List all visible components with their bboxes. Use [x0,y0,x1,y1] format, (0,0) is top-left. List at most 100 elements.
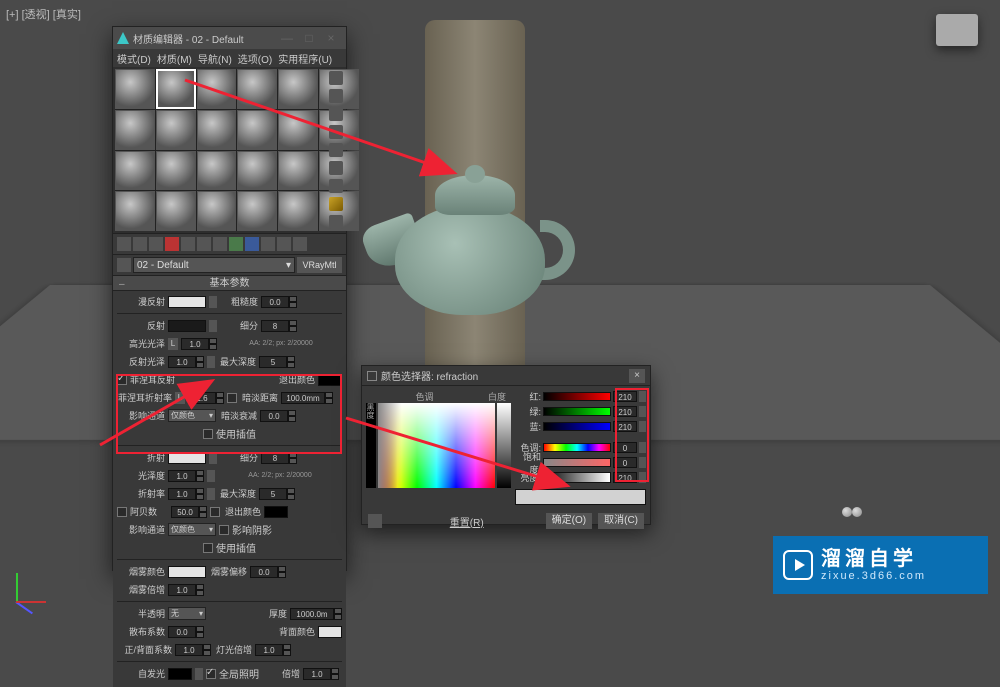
menu-mode[interactable]: 模式(D) [117,51,151,66]
rgloss2-map-slot[interactable] [207,470,215,482]
gloss-lock[interactable]: L [168,338,178,350]
material-slot[interactable] [156,110,196,150]
diffuse-map-slot[interactable] [209,296,217,308]
reset-button[interactable]: 重置(R) [450,514,484,529]
reflect-swatch[interactable] [168,320,206,332]
spinner-red[interactable] [639,391,646,402]
refract-swatch[interactable] [168,452,206,464]
show-in-viewport-icon[interactable] [245,237,259,251]
value-hue[interactable]: 0 [613,442,637,453]
back-color-swatch[interactable] [318,626,342,638]
fresnel-ior-spinner[interactable]: 1.6 [188,392,224,404]
go-forward-icon[interactable] [293,237,307,251]
slider-green[interactable] [543,407,611,416]
make-copy-icon[interactable] [181,237,195,251]
material-slot[interactable] [237,110,277,150]
fwd-spinner[interactable]: 1.0 [175,644,211,656]
value-sat[interactable]: 0 [613,457,637,468]
material-slot[interactable] [115,151,155,191]
material-slot[interactable] [278,191,318,231]
hue-sat-field[interactable] [378,403,495,488]
selfillum-swatch[interactable] [168,668,192,680]
material-slot[interactable] [197,110,237,150]
uv-tile-icon[interactable] [329,125,343,139]
ior-map-slot[interactable] [207,488,215,500]
refract-maxdepth-spinner[interactable]: 5 [259,488,295,500]
material-name-dropdown[interactable]: 02 - Default ▾ [133,257,295,273]
selfillum-mult-spinner[interactable]: 1.0 [303,668,339,680]
reflect-exitcolor-swatch[interactable] [318,374,342,386]
color-picker-title-bar[interactable]: 颜色选择器: refraction × [362,366,650,386]
abbe-spinner[interactable]: 50.0 [171,506,207,518]
window-minimize[interactable]: — [276,31,298,45]
refract-interp-checkbox[interactable] [203,543,213,553]
material-slot[interactable] [197,151,237,191]
refract-exitcolor-swatch[interactable] [264,506,288,518]
value-blue[interactable]: 210 [613,421,637,432]
slider-red[interactable] [543,392,611,401]
video-check-icon[interactable] [329,143,343,157]
background-icon[interactable] [329,107,343,121]
menu-options[interactable]: 选项(O) [238,51,272,66]
affect-shadow-checkbox[interactable] [219,525,229,535]
reflect-map-slot[interactable] [209,320,217,332]
material-slot[interactable] [115,191,155,231]
ior-spinner[interactable]: 1.0 [168,488,204,500]
spinner-blue[interactable] [639,421,646,432]
refract-subdiv-spinner[interactable]: 8 [261,452,297,464]
go-to-parent-icon[interactable] [277,237,291,251]
viewcube[interactable] [936,14,978,46]
material-slot[interactable] [156,151,196,191]
value-red[interactable]: 210 [613,391,637,402]
section-basic-params[interactable]: – 基本参数 [113,275,346,291]
roughness-spinner[interactable]: 0.0 [261,296,297,308]
reset-map-icon[interactable] [165,237,179,251]
diffuse-swatch[interactable] [168,296,206,308]
preview-icon[interactable] [329,161,343,175]
material-slot[interactable] [115,69,155,109]
select-by-material-icon[interactable] [329,197,343,211]
material-slot[interactable] [197,69,237,109]
slider-hue[interactable] [543,443,611,452]
eyedropper-icon[interactable] [368,514,382,528]
refract-map-slot[interactable] [209,452,217,464]
dimdist-spinner[interactable]: 100.0mm [281,392,333,404]
menu-material[interactable]: 材质(M) [157,51,192,66]
fresnel-ior-lock[interactable]: L [175,392,185,404]
thickness-spinner[interactable]: 1000.0m [290,608,342,620]
window-title-bar[interactable]: 材质编辑器 - 02 - Default — □ × [113,27,346,49]
material-slot[interactable] [278,151,318,191]
fog-mult-spinner[interactable]: 1.0 [168,584,204,596]
material-slot[interactable] [197,191,237,231]
get-material-icon[interactable] [117,237,131,251]
whiteness-slider[interactable] [497,403,511,488]
sample-type-icon[interactable] [329,71,343,85]
reflect-affect-combo[interactable]: 仅颜色▾ [168,409,216,422]
make-unique-icon[interactable] [197,237,211,251]
reflect-maxdepth-spinner[interactable]: 5 [259,356,295,368]
options-icon[interactable] [329,179,343,193]
rgloss-map-slot[interactable] [207,356,215,368]
trans-type-combo[interactable]: 无▾ [168,607,206,620]
material-slot[interactable] [237,191,277,231]
refract-affect-combo[interactable]: 仅颜色▾ [168,523,216,536]
dimfall-spinner[interactable]: 0.0 [260,410,296,422]
fog-bias-spinner[interactable]: 0.0 [250,566,286,578]
refract-gloss-spinner[interactable]: 1.0 [168,470,204,482]
spinner-val[interactable] [639,472,646,483]
material-slot[interactable] [237,69,277,109]
reflect-interp-checkbox[interactable] [203,429,213,439]
reflect-gloss-spinner[interactable]: 1.0 [168,356,204,368]
window-maximize[interactable]: □ [298,31,320,45]
selfillum-map-slot[interactable] [195,668,203,680]
material-slot[interactable] [237,151,277,191]
reflect-subdiv-spinner[interactable]: 8 [261,320,297,332]
material-slot[interactable] [115,110,155,150]
color-picker-close[interactable]: × [629,369,645,383]
slider-val[interactable] [543,472,611,483]
pick-material-icon[interactable] [117,258,131,272]
spinner-green[interactable] [639,406,646,417]
menu-utilities[interactable]: 实用程序(U) [278,51,332,66]
fog-color-swatch[interactable] [168,566,206,578]
abbe-checkbox[interactable] [117,507,127,517]
